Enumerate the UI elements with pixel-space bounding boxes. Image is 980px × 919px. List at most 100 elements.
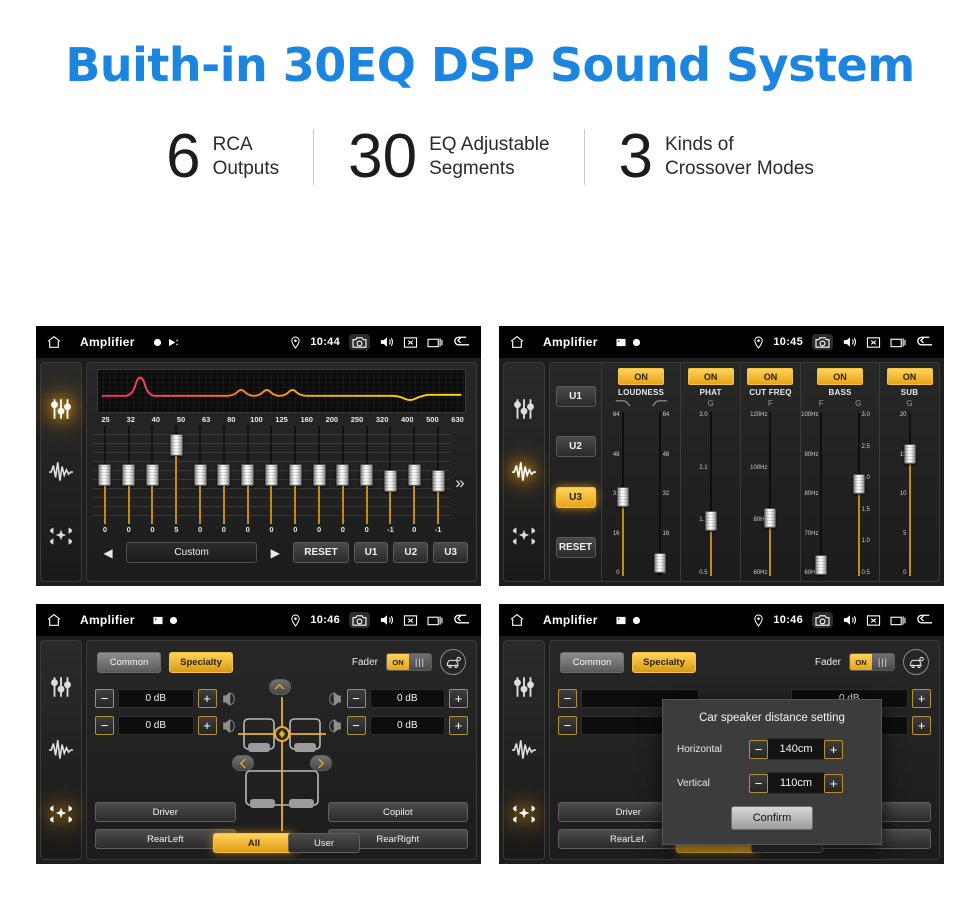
decrement-button[interactable]: − (749, 773, 768, 793)
copilot-button[interactable]: Copilot (327, 802, 468, 822)
eq-slider[interactable]: -1 (378, 426, 403, 538)
decrement-button[interactable]: − (749, 739, 768, 759)
eq-slider[interactable]: 0 (330, 426, 355, 538)
dialog-overlay: Car speaker distance setting Horizontal … (550, 641, 939, 859)
eq-freq: 125 (275, 415, 288, 424)
sub-gain-slider[interactable]: 20 15 10 5 0 (893, 410, 927, 578)
scale-left: 100Hz 90Hz 80Hz 70Hz 60Hz (801, 412, 818, 576)
waveform-icon[interactable] (511, 459, 537, 485)
eq-slider[interactable]: -1 (426, 426, 450, 538)
camera-button[interactable] (812, 612, 833, 628)
car-settings-icon[interactable] (440, 649, 466, 675)
eq-slider[interactable]: 0 (93, 426, 117, 538)
home-icon[interactable] (46, 334, 62, 350)
waveform-icon[interactable] (48, 737, 74, 763)
home-icon[interactable] (509, 612, 525, 628)
tick: 100Hz (750, 464, 768, 471)
eq-freq: 200 (325, 415, 339, 424)
preset-u2-button[interactable]: U2 (555, 436, 596, 458)
eq-slider[interactable]: 0 (259, 426, 284, 538)
camera-button[interactable] (812, 334, 833, 350)
equalizer-icon[interactable] (511, 396, 537, 422)
preset-u2-button[interactable]: U2 (393, 542, 429, 563)
cut-freq-on-button[interactable]: ON (747, 368, 794, 385)
equalizer-icon[interactable] (48, 396, 74, 422)
sub-on-button[interactable]: ON (886, 368, 933, 385)
waveform-icon[interactable] (48, 459, 74, 485)
chevron-double-right-icon[interactable]: » (450, 426, 470, 538)
loudness-on-button[interactable]: ON (618, 368, 665, 385)
eq-slider[interactable]: 0 (354, 426, 379, 538)
camera-button[interactable] (349, 612, 370, 628)
bass-on-button[interactable]: ON (817, 368, 863, 385)
next-preset-button[interactable]: ▶ (262, 543, 288, 563)
increment-button[interactable]: + (449, 689, 468, 708)
fader-toggle[interactable]: ON ||| (386, 653, 432, 671)
balance-icon[interactable] (511, 800, 537, 826)
app-title: Amplifier (543, 613, 598, 627)
dsp-column-bass: ON BASS F G 100Hz 90Hz 80Hz 70Hz 60Hz 3.… (801, 363, 881, 581)
eq-slider[interactable]: 0 (188, 426, 212, 538)
dialog-title: Car speaker distance setting (699, 712, 845, 724)
preset-u3-button[interactable]: U3 (555, 486, 596, 508)
camera-button[interactable] (349, 334, 370, 350)
eq-slider[interactable]: 0 (116, 426, 141, 538)
eq-slider[interactable]: 0 (402, 426, 427, 538)
balance-icon[interactable] (48, 522, 74, 548)
tab-specialty[interactable]: Specialty (169, 651, 233, 673)
increment-button[interactable]: + (197, 689, 217, 708)
decrement-button[interactable]: − (95, 689, 114, 708)
app-body: 25 32 40 50 63 80 100 125 160 200 250 32… (36, 358, 481, 586)
preset-u3-button[interactable]: U3 (433, 542, 468, 563)
scale-right: 3.0 2.5 2.0 1.5 1.0 0.5 (862, 412, 878, 576)
user-button-wrap: User (288, 833, 360, 853)
eq-slider[interactable]: 0 (211, 426, 236, 538)
waveform-icon[interactable] (511, 737, 537, 763)
increment-button[interactable]: + (449, 716, 468, 735)
user-button[interactable]: User (288, 833, 360, 853)
eq-slider[interactable]: 5 (164, 426, 189, 538)
equalizer-icon[interactable] (48, 674, 74, 700)
eq-slider[interactable]: 0 (235, 426, 260, 538)
status-right: 10:45 (753, 334, 934, 350)
eq-slider[interactable]: 0 (140, 426, 165, 538)
eq-slider[interactable]: 0 (307, 426, 331, 538)
phat-gain-slider[interactable]: 3.0 2.1 1.3 0.5 (694, 410, 728, 578)
eq-slider[interactable]: 0 (283, 426, 308, 538)
phat-on-button[interactable]: ON (687, 368, 734, 385)
driver-button[interactable]: Driver (95, 802, 236, 822)
volume-icon (380, 615, 394, 625)
decrement-button[interactable]: − (346, 689, 366, 708)
loudness-sub-icons (604, 399, 678, 408)
reset-button[interactable]: RESET (293, 542, 349, 563)
preset-display[interactable]: Custom (126, 542, 258, 563)
all-button[interactable]: All (213, 833, 295, 853)
increment-button[interactable]: + (197, 716, 217, 735)
balance-icon[interactable] (48, 800, 74, 826)
bass-gain-slider[interactable]: 3.0 2.5 2.0 1.5 1.0 0.5 (842, 410, 876, 578)
home-icon[interactable] (46, 612, 62, 628)
mute-icon (403, 614, 418, 626)
dsp-column-phat: ON PHAT G 3.0 2.1 1.3 0.5 (681, 363, 742, 581)
cut-freq-slider[interactable]: 120Hz 100Hz 80Hz 60Hz (750, 410, 787, 578)
stat-line-1: EQ Adjustable (429, 134, 550, 156)
increment-button[interactable]: + (824, 739, 843, 759)
prev-preset-button[interactable]: ◀ (95, 543, 121, 563)
seat-map[interactable] (231, 679, 332, 853)
home-icon[interactable] (509, 334, 525, 350)
equalizer-icon[interactable] (511, 674, 537, 700)
decrement-button[interactable]: − (346, 716, 366, 735)
confirm-button[interactable]: Confirm (731, 806, 813, 830)
eq-freq: 63 (201, 415, 211, 424)
decrement-button[interactable]: − (95, 716, 114, 735)
speaker-icon (222, 691, 235, 706)
preset-u1-button[interactable]: U1 (555, 385, 596, 407)
increment-button[interactable]: + (824, 773, 843, 793)
loudness-slider-right[interactable]: 64 48 32 16 0 (643, 410, 677, 578)
bass-freq-slider[interactable]: 100Hz 90Hz 80Hz 70Hz 60Hz (801, 410, 838, 578)
loudness-slider-left[interactable]: 64 48 32 16 0 (606, 410, 640, 578)
reset-button[interactable]: RESET (555, 537, 596, 559)
preset-u1-button[interactable]: U1 (353, 542, 389, 563)
tab-common[interactable]: Common (97, 651, 161, 673)
balance-icon[interactable] (511, 522, 537, 548)
